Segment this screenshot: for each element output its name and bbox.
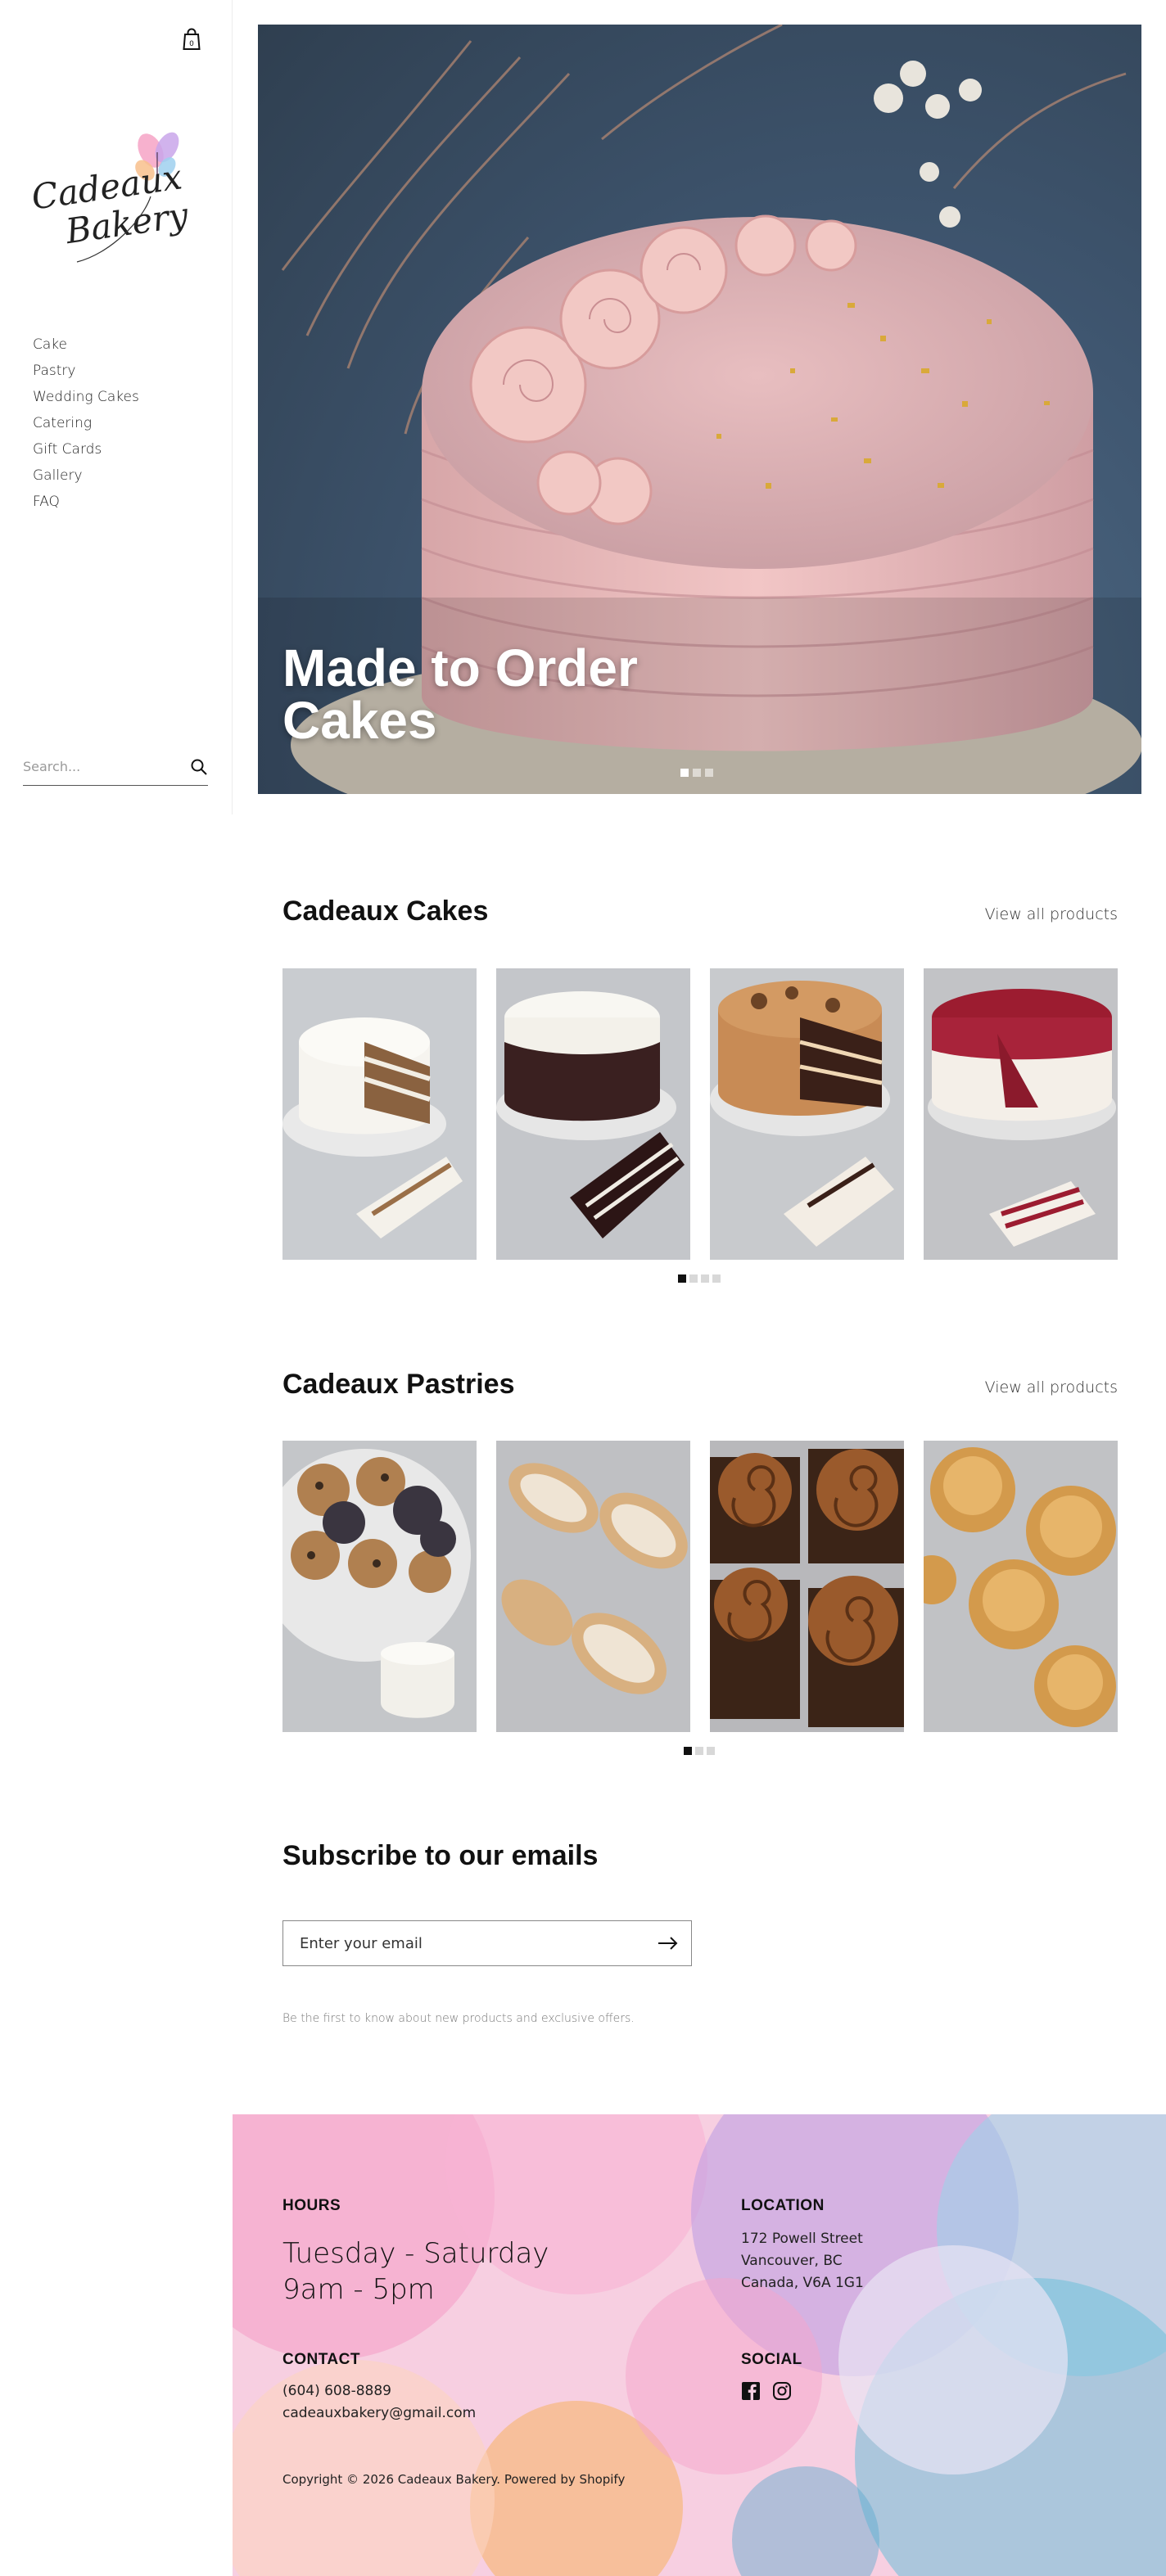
hours-time: 9am - 5pm	[282, 2273, 435, 2306]
social-heading: SOCIAL	[741, 2351, 802, 2368]
chocolate-cake-image	[496, 968, 690, 1260]
search-box	[23, 750, 208, 786]
product-card-pastry-3[interactable]	[710, 1441, 904, 1732]
pastries-product-grid	[282, 1441, 1118, 1732]
product-card-cake-1[interactable]	[282, 968, 477, 1260]
sidebar-item-pastry[interactable]: Pastry	[33, 358, 139, 384]
cart-count: 0	[189, 40, 194, 48]
hero-slide-dots	[680, 769, 713, 777]
cakes-dot-4[interactable]	[712, 1274, 721, 1283]
copyright-text: Copyright © 2026 Cadeaux Bakery. Powered…	[282, 2472, 626, 2487]
phone-link[interactable]: (604) 608-8889	[282, 2380, 391, 2402]
cakes-view-all-link[interactable]: View all products	[985, 905, 1118, 923]
sidebar-item-gift-cards[interactable]: Gift Cards	[33, 436, 139, 462]
caramel-cake-image	[710, 968, 904, 1260]
almond-croissants-image	[496, 1441, 690, 1732]
product-card-pastry-1[interactable]	[282, 1441, 477, 1732]
cinnamon-buns-image	[710, 1441, 904, 1732]
product-card-pastry-2[interactable]	[496, 1441, 690, 1732]
sidebar-item-catering[interactable]: Catering	[33, 410, 139, 436]
vanilla-cake-image	[282, 968, 477, 1260]
sidebar-item-cake[interactable]: Cake	[33, 332, 139, 358]
red-velvet-cake-image	[924, 968, 1118, 1260]
product-card-cake-3[interactable]	[710, 968, 904, 1260]
subscribe-note: Be the first to know about new products …	[282, 2012, 635, 2025]
scones-image	[924, 1441, 1118, 1732]
contact-heading: CONTACT	[282, 2351, 360, 2368]
product-card-cake-4[interactable]	[924, 968, 1118, 1260]
product-card-cake-2[interactable]	[496, 968, 690, 1260]
pastries-section-title: Cadeaux Pastries	[282, 1369, 515, 1400]
arrow-right-icon[interactable]	[657, 1933, 680, 1954]
watercolor-background	[233, 2114, 1166, 2576]
hero-dot-3[interactable]	[705, 769, 713, 777]
hero-dot-2[interactable]	[693, 769, 701, 777]
sidebar: 0 Cadeaux Bakery Cake Pastry Wedding Cak…	[0, 0, 233, 814]
location-heading: LOCATION	[741, 2197, 825, 2214]
search-input[interactable]	[23, 750, 179, 783]
cart-icon[interactable]: 0	[180, 26, 203, 52]
logo-flourish	[76, 196, 151, 263]
footer: HOURS Tuesday - Saturday 9am - 5pm LOCAT…	[233, 2114, 1166, 2576]
sidebar-item-faq[interactable]: FAQ	[33, 489, 139, 515]
pastries-dot-2[interactable]	[695, 1747, 703, 1755]
product-card-pastry-4[interactable]	[924, 1441, 1118, 1732]
hero-banner[interactable]: Made to Order Cakes	[258, 25, 1141, 794]
hero-dot-1[interactable]	[680, 769, 689, 777]
cakes-dot-1[interactable]	[678, 1274, 686, 1283]
sidebar-item-gallery[interactable]: Gallery	[33, 462, 139, 489]
cakes-pagination-dots	[678, 1274, 721, 1283]
hours-days: Tuesday - Saturday	[282, 2237, 549, 2270]
cookies-image	[282, 1441, 477, 1732]
hero-title: Made to Order Cakes	[282, 638, 638, 750]
address-line-1: 172 Powell Street	[741, 2231, 863, 2247]
address-line-2: Vancouver, BC	[741, 2253, 843, 2269]
sidebar-item-wedding-cakes[interactable]: Wedding Cakes	[33, 384, 139, 410]
cakes-dot-2[interactable]	[689, 1274, 698, 1283]
pastries-dot-1[interactable]	[684, 1747, 692, 1755]
address-line-3: Canada, V6A 1G1	[741, 2275, 864, 2291]
search-icon[interactable]	[190, 758, 208, 776]
pastries-dot-3[interactable]	[707, 1747, 715, 1755]
sidebar-nav: Cake Pastry Wedding Cakes Catering Gift …	[33, 332, 139, 515]
cakes-dot-3[interactable]	[701, 1274, 709, 1283]
pastries-view-all-link[interactable]: View all products	[985, 1378, 1118, 1396]
email-input[interactable]	[300, 1921, 644, 1965]
instagram-icon[interactable]	[772, 2381, 792, 2401]
hours-heading: HOURS	[282, 2197, 341, 2214]
logo[interactable]: Cadeaux Bakery	[28, 123, 200, 278]
cakes-section-title: Cadeaux Cakes	[282, 896, 489, 927]
cakes-product-grid	[282, 968, 1118, 1260]
facebook-icon[interactable]	[741, 2381, 761, 2401]
subscribe-title: Subscribe to our emails	[282, 1840, 599, 1871]
email-link[interactable]: cadeauxbakery@gmail.com	[282, 2402, 476, 2425]
subscribe-form	[282, 1920, 692, 1966]
pastries-pagination-dots	[684, 1747, 715, 1755]
